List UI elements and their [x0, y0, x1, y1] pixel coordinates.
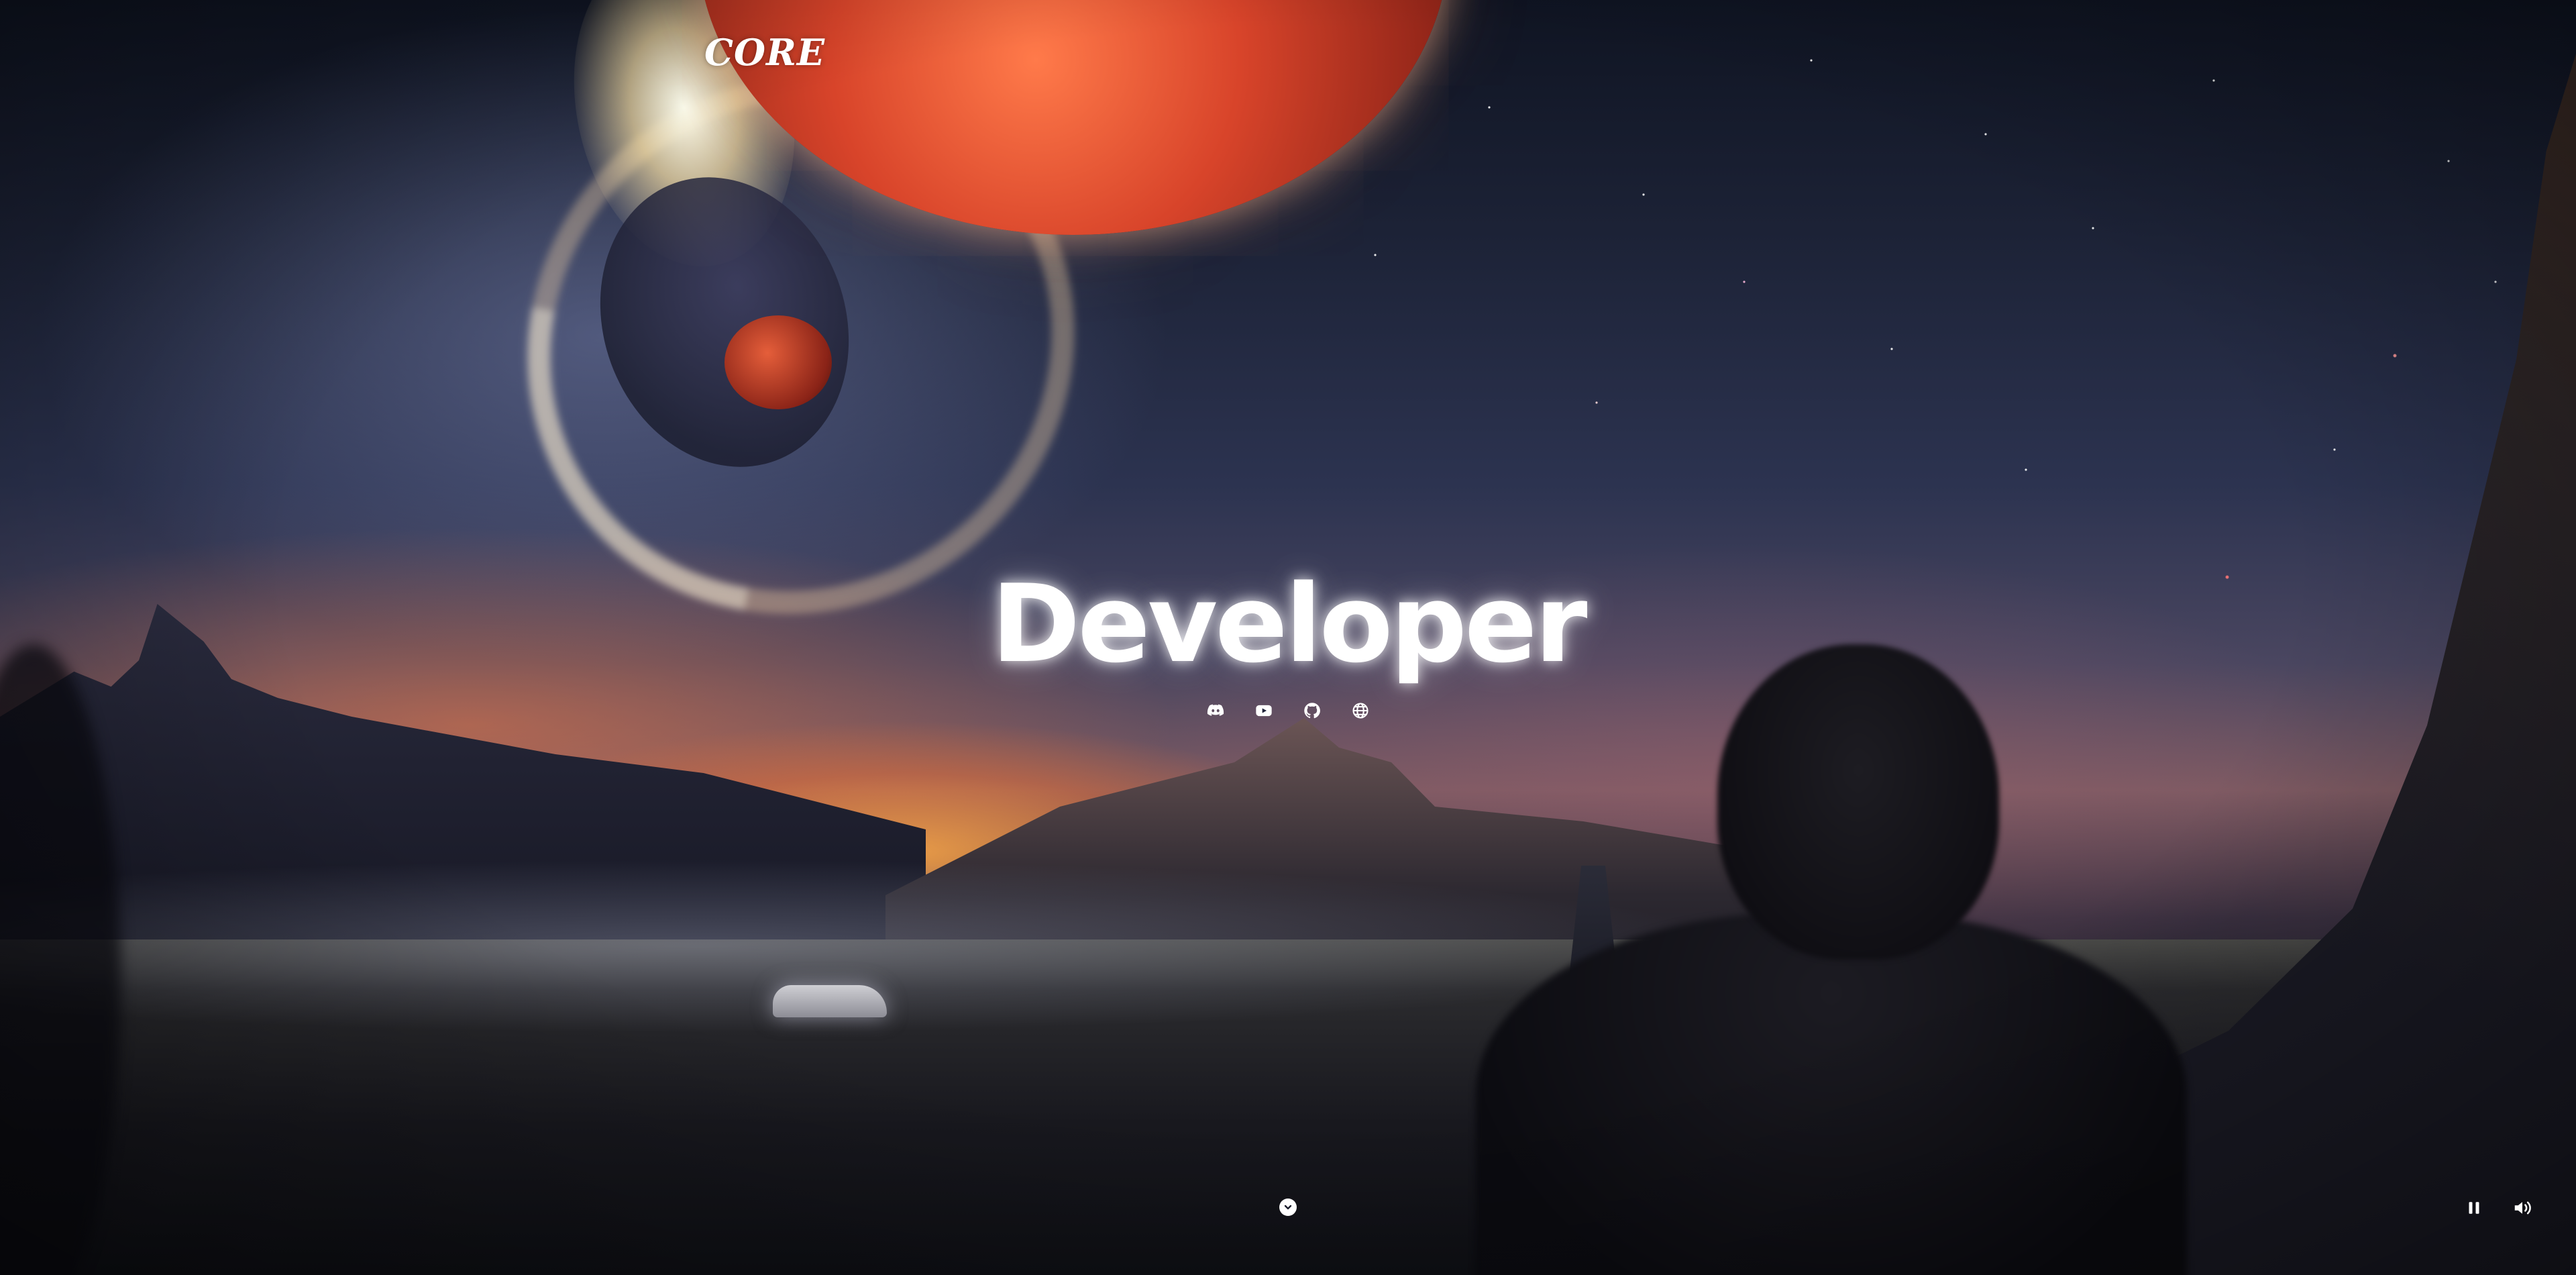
- youtube-icon: [1256, 705, 1272, 717]
- github-icon: [1304, 703, 1320, 719]
- person-silhouette-body: [1476, 913, 2187, 1275]
- red-moon: [724, 315, 832, 409]
- chevron-down-icon: [1284, 1205, 1292, 1210]
- github-link[interactable]: [1302, 701, 1322, 721]
- volume-icon: [2514, 1201, 2531, 1215]
- pause-button[interactable]: [2462, 1196, 2486, 1220]
- scroll-down-button[interactable]: [1279, 1198, 1297, 1216]
- pause-icon: [2469, 1202, 2479, 1214]
- volume-button[interactable]: [2510, 1196, 2534, 1220]
- car: [773, 985, 887, 1017]
- social-links: [0, 701, 2576, 721]
- website-link[interactable]: [1350, 701, 1371, 721]
- globe-icon: [1352, 703, 1368, 719]
- hero-background: CORE Developer: [0, 0, 2576, 1275]
- hero-title: Developer: [991, 561, 1588, 686]
- discord-icon: [1207, 704, 1224, 716]
- discord-link[interactable]: [1205, 701, 1226, 721]
- site-logo[interactable]: CORE: [704, 31, 825, 74]
- youtube-link[interactable]: [1254, 701, 1274, 721]
- person-silhouette-head: [1717, 644, 1999, 960]
